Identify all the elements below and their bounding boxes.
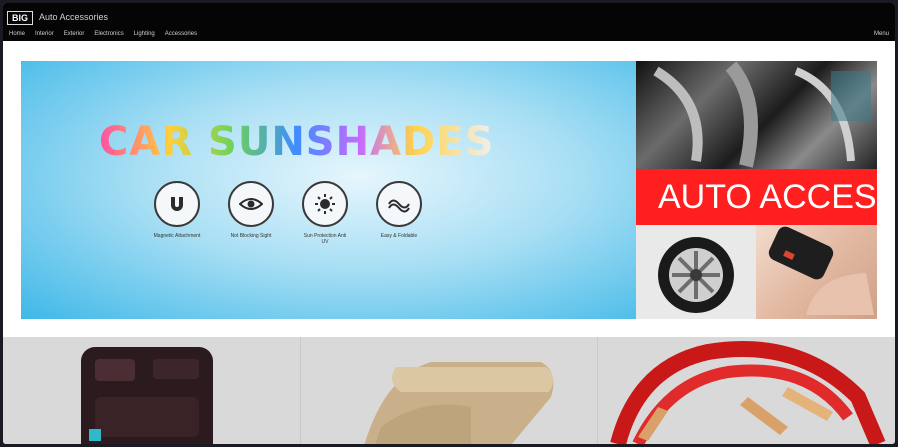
nav-item[interactable]: Home (9, 31, 25, 37)
main-nav: Home Interior Exterior Electronics Light… (9, 31, 197, 37)
nav-item[interactable]: Interior (35, 31, 54, 37)
feature-item: Not Blocking Sight (227, 181, 275, 245)
wheel-image (636, 225, 756, 319)
feature-label: Magnetic Attachment (153, 233, 201, 239)
hand-device-image (756, 225, 877, 319)
product-card[interactable] (598, 337, 895, 444)
feature-item: Easy & Foldable (375, 181, 423, 245)
feature-label: Not Blocking Sight (230, 233, 272, 239)
jumper-cables-image (610, 341, 886, 444)
feature-list: Magnetic Attachment Not Blocking Sight S… (153, 181, 423, 245)
sun-icon (302, 181, 348, 227)
auto-accessories-banner[interactable]: AUTO ACCES (636, 61, 877, 319)
product-card[interactable] (3, 337, 301, 444)
banner-title: CAR SUNSHADES (99, 119, 495, 165)
feature-label: Sun Protection Anti UV (303, 233, 347, 245)
eye-icon (228, 181, 274, 227)
feature-item: Magnetic Attachment (153, 181, 201, 245)
accessories-photo-top (636, 61, 877, 169)
nav-item[interactable]: Electronics (94, 31, 123, 37)
product-card[interactable] (301, 337, 599, 444)
feature-item: Sun Protection Anti UV (301, 181, 349, 245)
browser-frame: BIG Auto Accessories Home Interior Exter… (3, 3, 895, 444)
promo-text: AUTO ACCES (636, 169, 877, 225)
site-name[interactable]: Auto Accessories (39, 12, 108, 22)
nav-item[interactable]: Lighting (134, 31, 155, 37)
sunshade-banner[interactable]: CAR SUNSHADES Magnetic Attachment Not Bl… (21, 61, 636, 319)
feature-label: Easy & Foldable (380, 233, 418, 239)
armrest-image (364, 362, 554, 444)
product-strip (3, 337, 895, 444)
magnet-icon (154, 181, 200, 227)
site-header: BIG Auto Accessories Home Interior Exter… (3, 3, 895, 41)
site-logo[interactable]: BIG (7, 11, 34, 25)
header-menu-link[interactable]: Menu (874, 31, 889, 37)
foldable-icon (376, 181, 422, 227)
nav-item[interactable]: Accessories (165, 31, 197, 37)
nav-item[interactable]: Exterior (64, 31, 85, 37)
seat-organizer-image (81, 347, 213, 444)
